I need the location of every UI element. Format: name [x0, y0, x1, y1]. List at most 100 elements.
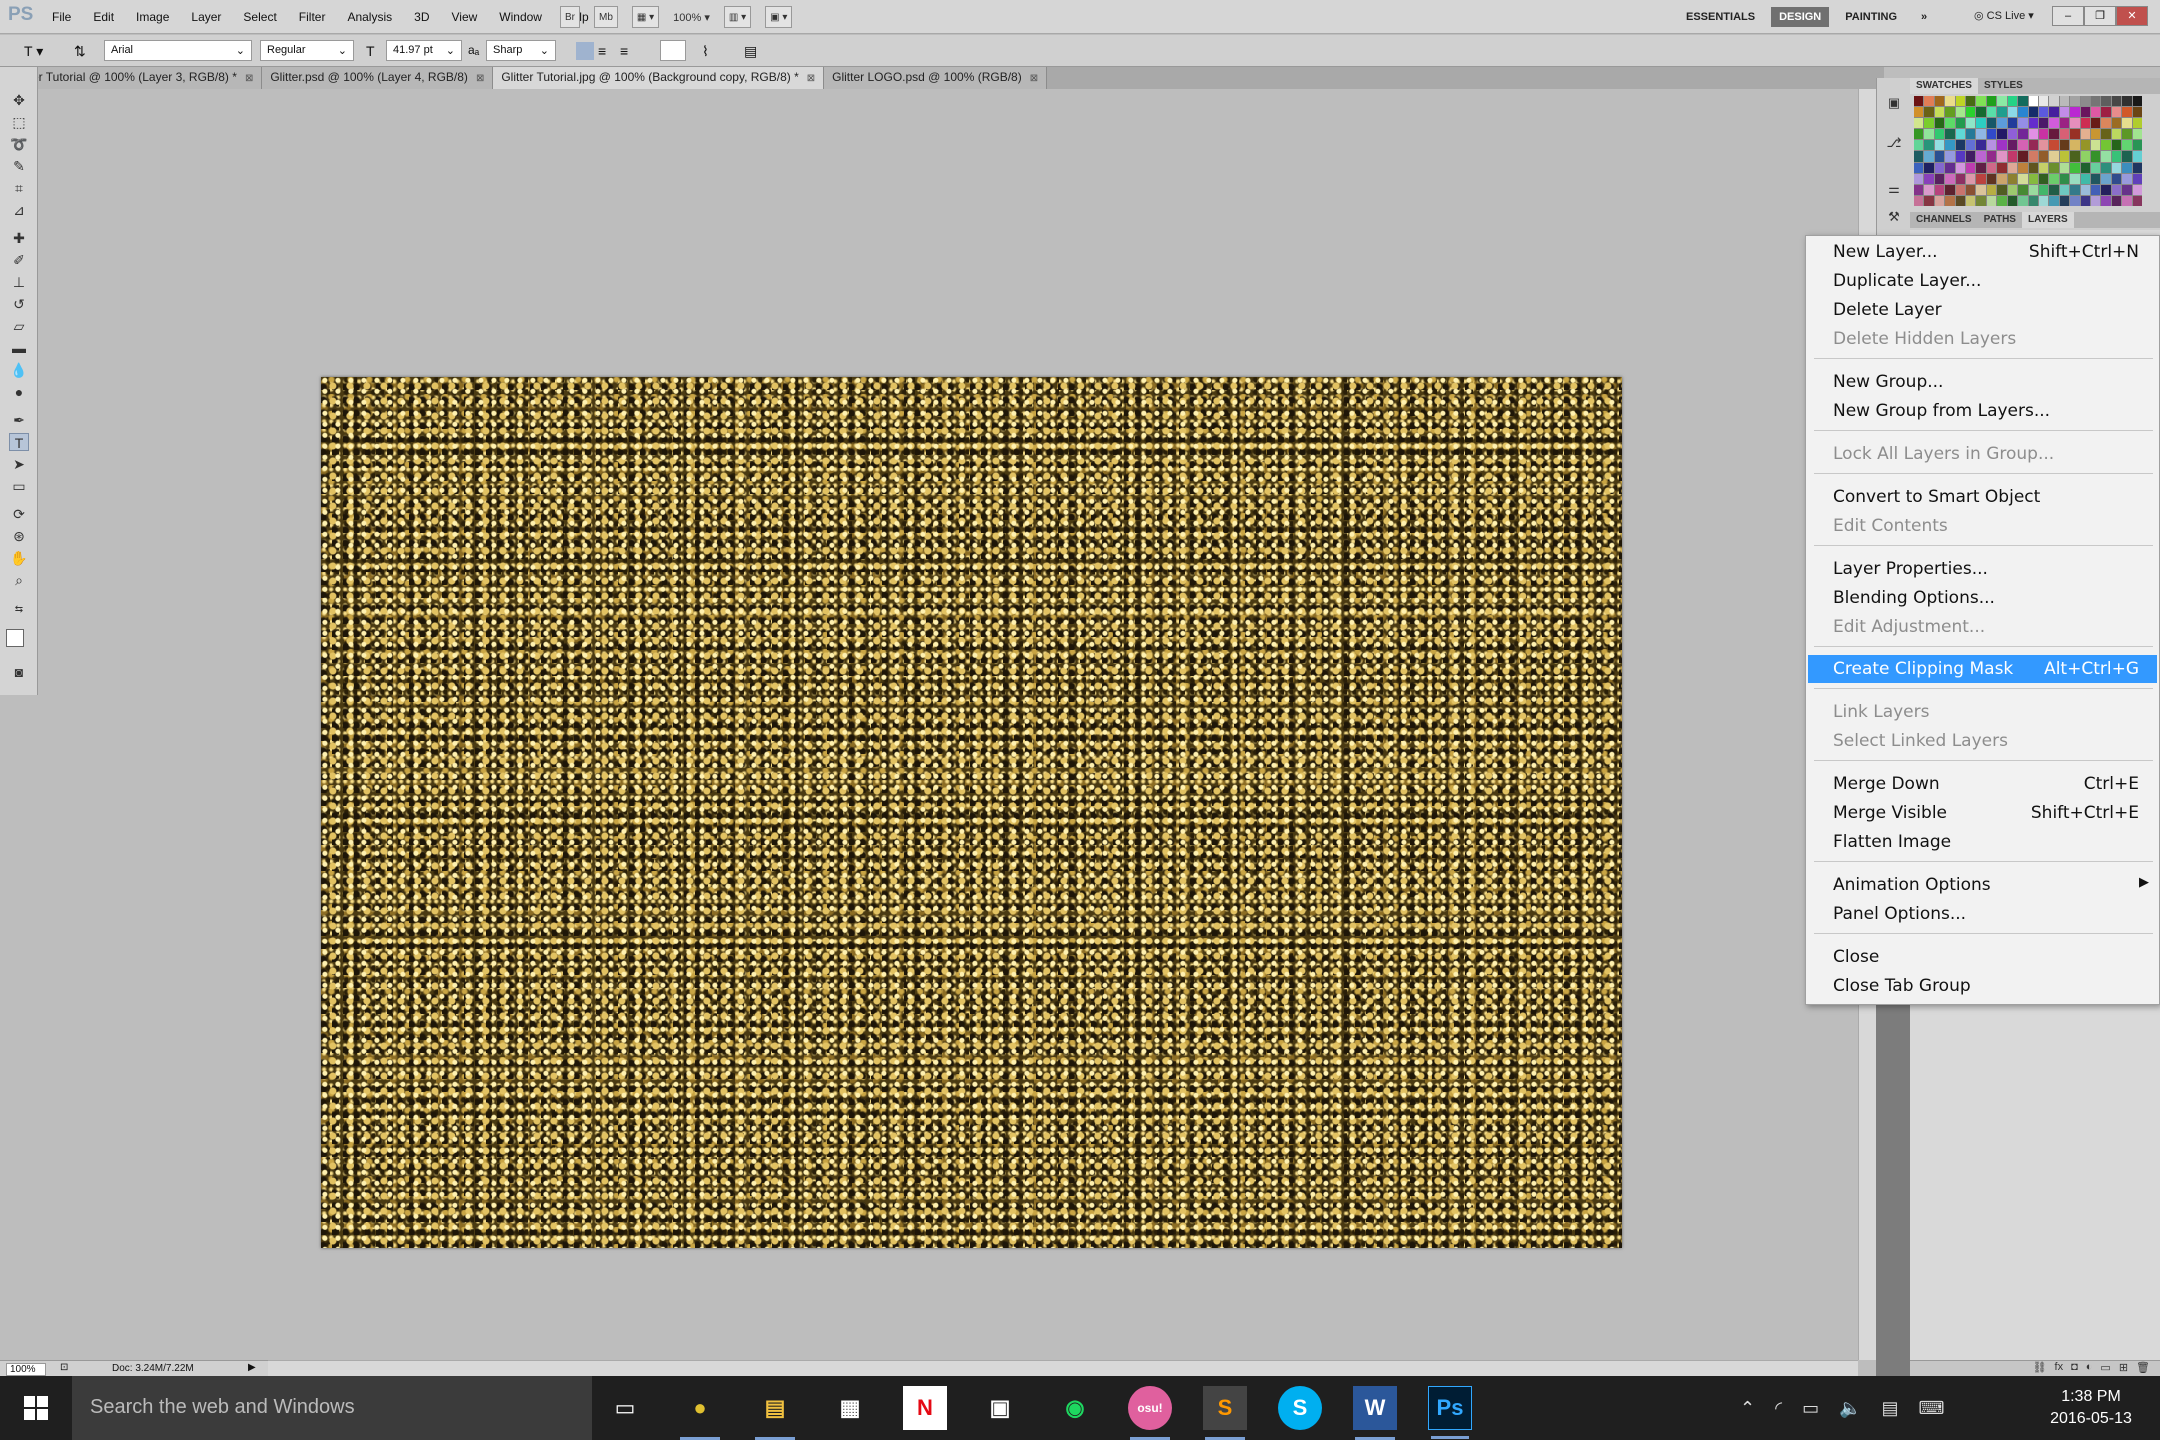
color-swatch[interactable]	[2111, 107, 2122, 118]
color-swatch[interactable]	[1924, 195, 1934, 206]
menu-item-close[interactable]: Close	[1808, 943, 2157, 971]
osu-icon[interactable]: osu!	[1128, 1386, 1172, 1440]
menu-view[interactable]: View	[451, 10, 477, 24]
tab-document-1[interactable]: er Tutorial @ 100% (Layer 3, RGB/8) * ⊠	[24, 67, 263, 89]
color-swatch[interactable]	[1955, 195, 1966, 206]
color-swatch[interactable]	[2018, 173, 2028, 184]
color-swatch[interactable]	[2090, 140, 2101, 151]
color-swatch[interactable]	[1914, 184, 1924, 195]
new-group-icon[interactable]: ▭	[2100, 1361, 2110, 1376]
color-swatch[interactable]	[1945, 107, 1955, 118]
color-swatch[interactable]	[2090, 96, 2101, 107]
color-swatch[interactable]	[1955, 107, 1966, 118]
screen-mode-button[interactable]: ▣ ▾	[765, 6, 793, 28]
color-swatch[interactable]	[1934, 129, 1945, 140]
rectangle-tool-icon[interactable]: ▭	[9, 477, 29, 495]
color-swatch[interactable]	[2007, 184, 2018, 195]
blur-tool-icon[interactable]: 💧	[9, 361, 29, 379]
color-swatch[interactable]	[2038, 162, 2049, 173]
tool-presets-panel-icon[interactable]: ⚒	[1885, 208, 1903, 226]
color-swatch[interactable]	[1976, 184, 1986, 195]
color-swatch[interactable]	[2028, 162, 2038, 173]
color-swatch[interactable]	[1945, 140, 1955, 151]
new-layer-icon[interactable]: ⊞	[2119, 1361, 2128, 1376]
mini-bridge-button[interactable]: Mb	[594, 6, 618, 28]
color-swatch[interactable]	[2101, 151, 2111, 162]
color-swatch[interactable]	[2101, 195, 2111, 206]
horizontal-scrollbar[interactable]	[268, 1360, 1858, 1376]
color-swatch[interactable]	[2038, 96, 2049, 107]
color-swatch[interactable]	[2038, 173, 2049, 184]
color-swatch[interactable]	[2132, 195, 2142, 206]
color-swatch[interactable]	[1966, 96, 1976, 107]
menu-item-delete-layer[interactable]: Delete Layer	[1808, 296, 2157, 324]
color-swatch[interactable]	[2101, 96, 2111, 107]
photoshop-logo[interactable]: PS	[8, 4, 42, 28]
color-swatch[interactable]	[2018, 162, 2028, 173]
color-swatch[interactable]	[2132, 151, 2142, 162]
show-hidden-icons-icon[interactable]: ⌃	[1740, 1398, 1755, 1419]
color-swatch[interactable]	[2059, 173, 2070, 184]
color-swatch[interactable]	[1976, 107, 1986, 118]
layer-style-icon[interactable]: fx	[2055, 1361, 2064, 1376]
color-swatch[interactable]	[2080, 173, 2090, 184]
color-swatch[interactable]	[2059, 162, 2070, 173]
quick-mask-icon[interactable]: ◙	[9, 663, 29, 681]
color-swatch[interactable]	[2070, 162, 2080, 173]
color-swatch[interactable]	[2038, 118, 2049, 129]
color-swatch[interactable]	[2049, 184, 2059, 195]
dodge-tool-icon[interactable]: ●	[9, 383, 29, 401]
color-swatch[interactable]	[2059, 129, 2070, 140]
word-icon[interactable]: W	[1353, 1386, 1397, 1440]
color-swatch[interactable]	[2111, 118, 2122, 129]
color-swatch[interactable]	[2090, 129, 2101, 140]
color-swatch[interactable]	[1955, 184, 1966, 195]
history-brush-tool-icon[interactable]: ↺	[9, 295, 29, 313]
color-swatch[interactable]	[1955, 173, 1966, 184]
color-swatch[interactable]	[1997, 184, 2007, 195]
color-swatch[interactable]	[2080, 96, 2090, 107]
mini-bridge-panel-icon[interactable]: ▣	[1885, 94, 1903, 112]
color-swatch[interactable]	[2028, 118, 2038, 129]
color-swatch[interactable]	[2007, 173, 2018, 184]
color-swatch[interactable]	[2018, 195, 2028, 206]
color-swatch[interactable]	[1966, 118, 1976, 129]
link-layers-icon[interactable]: ⛓	[2033, 1361, 2047, 1376]
color-swatch[interactable]	[2070, 107, 2080, 118]
color-swatch[interactable]	[1934, 151, 1945, 162]
color-swatch[interactable]	[2028, 173, 2038, 184]
color-swatch[interactable]	[2080, 140, 2090, 151]
color-swatch[interactable]	[2111, 129, 2122, 140]
marquee-tool-icon[interactable]: ⬚	[9, 113, 29, 131]
color-swatch[interactable]	[2007, 129, 2018, 140]
eraser-tool-icon[interactable]: ▱	[9, 317, 29, 335]
color-swatch[interactable]	[2122, 184, 2132, 195]
menu-item-new-group[interactable]: New Group...	[1808, 368, 2157, 396]
tab-channels[interactable]: CHANNELS	[1910, 212, 1978, 228]
view-extras-button[interactable]: ▦ ▾	[631, 6, 660, 28]
tab-swatches[interactable]: SWATCHES	[1910, 78, 1978, 94]
color-swatch[interactable]	[1914, 118, 1924, 129]
color-swatch[interactable]	[2080, 151, 2090, 162]
color-swatch[interactable]	[2049, 162, 2059, 173]
close-button[interactable]: ✕	[2116, 6, 2148, 26]
color-swatch[interactable]	[2101, 118, 2111, 129]
color-swatch[interactable]	[2070, 173, 2080, 184]
color-swatch[interactable]	[1986, 195, 1997, 206]
menu-image[interactable]: Image	[136, 10, 169, 24]
color-swatch[interactable]	[1934, 173, 1945, 184]
color-swatch[interactable]	[1934, 195, 1945, 206]
color-swatch[interactable]	[2018, 96, 2028, 107]
color-swatch[interactable]	[2049, 151, 2059, 162]
color-swatch[interactable]	[1934, 140, 1945, 151]
color-swatch[interactable]	[2122, 129, 2132, 140]
history-panel-icon[interactable]: ⎇	[1885, 134, 1903, 152]
color-swatch[interactable]	[1997, 140, 2007, 151]
menu-item-merge-down[interactable]: Merge Down Ctrl+E	[1808, 770, 2157, 798]
color-swatch[interactable]	[2132, 118, 2142, 129]
color-swatch[interactable]	[1997, 195, 2007, 206]
spotify-icon[interactable]: ◉	[1053, 1386, 1097, 1430]
color-swatch[interactable]	[2122, 107, 2132, 118]
menu-filter[interactable]: Filter	[299, 10, 326, 24]
color-swatch[interactable]	[2049, 118, 2059, 129]
